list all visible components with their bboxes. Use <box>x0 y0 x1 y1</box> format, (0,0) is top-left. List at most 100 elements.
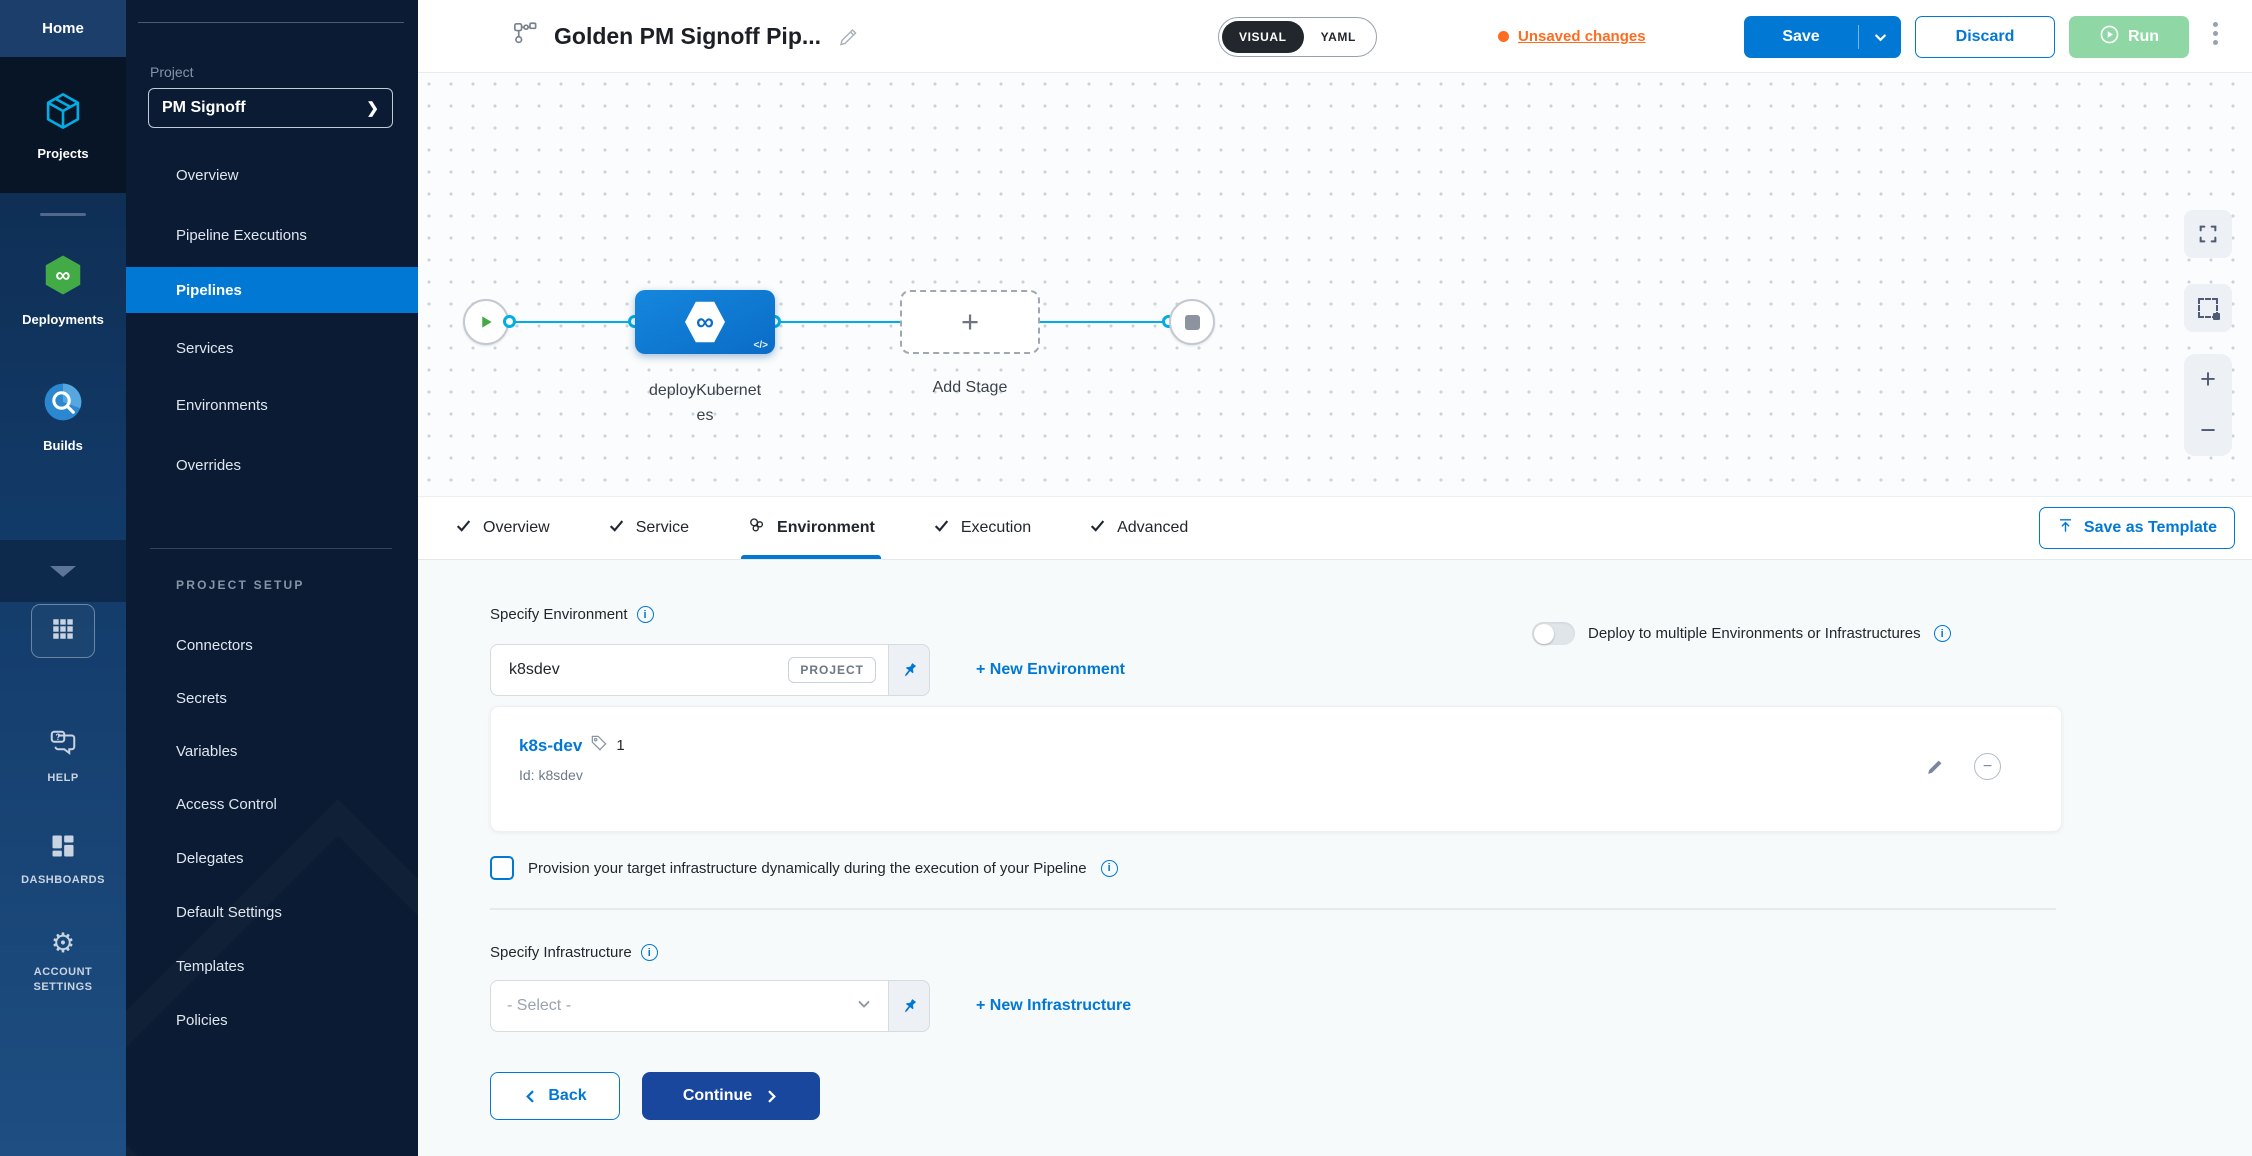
info-icon[interactable]: i <box>1101 860 1118 877</box>
new-environment-link[interactable]: + New Environment <box>976 661 1125 679</box>
nav-account-settings[interactable]: ⚙ ACCOUNT SETTINGS <box>0 930 126 995</box>
sidebar-item-templates[interactable]: Templates <box>126 943 418 989</box>
pushpin-icon <box>896 657 923 684</box>
run-button[interactable]: Run <box>2069 16 2189 58</box>
sidebar-item-environments[interactable]: Environments <box>126 382 418 428</box>
canvas-zoom-controls: + − <box>2184 354 2232 456</box>
toggle-knob <box>1534 624 1554 644</box>
pipeline-canvas[interactable]: ∞ </> + deployKubernetes Add Stage + <box>418 73 2252 497</box>
toggle-yaml[interactable]: YAML <box>1304 30 1373 44</box>
continue-button[interactable]: Continue <box>642 1072 820 1120</box>
back-button[interactable]: Back <box>490 1072 620 1120</box>
zoom-in-button[interactable]: + <box>2184 354 2232 405</box>
sidebar-item-overview[interactable]: Overview <box>126 152 418 198</box>
sidebar-item-secrets[interactable]: Secrets <box>126 675 418 721</box>
save-dropdown-caret[interactable] <box>1859 30 1901 45</box>
provision-checkbox[interactable] <box>490 856 514 880</box>
project-selector[interactable]: PM Signoff ❯ <box>148 88 393 128</box>
stage-tabbar: Overview Service Environment Execution <box>418 497 2252 560</box>
discard-button[interactable]: Discard <box>1915 16 2055 58</box>
infrastructure-pin-button[interactable] <box>888 980 930 1032</box>
module-projects[interactable]: Projects <box>0 57 126 193</box>
help-chat-icon: ? <box>48 728 78 763</box>
multi-environment-toggle-label: Deploy to multiple Environments or Infra… <box>1588 625 1921 642</box>
multi-environment-toggle[interactable] <box>1532 622 1575 645</box>
unsaved-changes-link[interactable]: Unsaved changes <box>1498 0 1646 73</box>
toggle-visual[interactable]: VISUAL <box>1222 21 1304 53</box>
nav-dashboards-label: DASHBOARDS <box>13 873 113 888</box>
sidebar-item-services[interactable]: Services <box>126 325 418 371</box>
sidebar-item-pipelines[interactable]: Pipelines <box>126 267 418 313</box>
edit-environment-pencil-icon[interactable] <box>1924 756 1946 778</box>
remove-environment-icon[interactable]: − <box>1974 753 2001 780</box>
check-icon <box>933 517 950 539</box>
environment-input[interactable] <box>507 660 707 680</box>
unsaved-dot-icon <box>1498 31 1509 42</box>
sidebar-item-label: Overrides <box>176 457 241 474</box>
sidebar-item-label: Pipeline Executions <box>176 227 307 244</box>
tab-execution[interactable]: Execution <box>933 497 1031 559</box>
multi-environment-toggle-row: Deploy to multiple Environments or Infra… <box>1532 622 1951 645</box>
tab-overview[interactable]: Overview <box>455 497 550 559</box>
canvas-select-button[interactable] <box>2184 284 2232 332</box>
stage-node-deploy-kubernetes[interactable]: ∞ </> <box>635 290 775 354</box>
tab-service[interactable]: Service <box>608 497 689 559</box>
edit-title-pencil-icon[interactable] <box>836 25 860 49</box>
info-icon[interactable]: i <box>641 944 658 961</box>
info-icon[interactable]: i <box>1934 625 1951 642</box>
marquee-select-icon <box>2198 298 2218 318</box>
check-icon <box>1089 517 1106 539</box>
nav-dashboards[interactable]: DASHBOARDS <box>0 832 126 888</box>
rail-divider <box>40 213 86 216</box>
add-stage-node[interactable]: + <box>900 290 1040 354</box>
environment-name-link[interactable]: k8s-dev <box>519 736 582 756</box>
module-builds[interactable]: Builds <box>0 380 126 453</box>
sidebar-item-connectors[interactable]: Connectors <box>126 622 418 668</box>
infrastructure-select[interactable]: - Select - <box>490 980 888 1032</box>
cd-stage-icon: ∞ <box>685 300 725 344</box>
save-as-template-button[interactable]: Save as Template <box>2039 507 2235 549</box>
nav-help[interactable]: ? HELP <box>0 728 126 786</box>
dashboards-icon <box>49 832 77 865</box>
visual-yaml-toggle[interactable]: VISUAL YAML <box>1218 17 1377 57</box>
sidebar-item-delegates[interactable]: Delegates <box>126 835 418 881</box>
info-icon[interactable]: i <box>637 606 654 623</box>
tab-advanced[interactable]: Advanced <box>1089 497 1188 559</box>
rail-collapse-toggle[interactable] <box>0 540 126 602</box>
environment-pin-button[interactable] <box>888 644 930 696</box>
sidebar-item-label: Templates <box>176 958 244 975</box>
sidebar-item-overrides[interactable]: Overrides <box>126 442 418 488</box>
environment-input-wrap: PROJECT <box>490 644 888 696</box>
new-infrastructure-link[interactable]: + New Infrastructure <box>976 997 1131 1015</box>
sidebar-item-variables[interactable]: Variables <box>126 728 418 774</box>
back-button-label: Back <box>548 1087 586 1105</box>
module-rail: Home Projects ∞ Deployments <box>0 0 126 1156</box>
module-deployments[interactable]: ∞ Deployments <box>0 252 126 327</box>
module-picker-button[interactable] <box>31 604 95 658</box>
pipeline-studio-app: Home Projects ∞ Deployments <box>0 0 2252 1156</box>
chevron-left-icon <box>523 1089 538 1104</box>
add-stage-label: Add Stage <box>900 379 1040 397</box>
sidebar-item-label: Environments <box>176 397 268 414</box>
grid-icon <box>50 616 76 647</box>
sidebar-item-default-settings[interactable]: Default Settings <box>126 889 418 935</box>
sidebar-item-policies[interactable]: Policies <box>126 997 418 1043</box>
tab-environment[interactable]: Environment <box>747 497 875 559</box>
nav-home[interactable]: Home <box>0 0 126 57</box>
tab-label: Advanced <box>1117 519 1188 537</box>
provision-checkbox-row: Provision your target infrastructure dyn… <box>490 856 1118 880</box>
scope-badge: PROJECT <box>788 657 876 683</box>
project-setup-header: PROJECT SETUP <box>176 578 305 592</box>
run-button-label: Run <box>2128 28 2159 46</box>
main-panel: Golden PM Signoff Pip... VISUAL YAML Uns… <box>418 0 2252 1156</box>
stage-code-badge: </> <box>754 340 768 351</box>
canvas-fullscreen-button[interactable] <box>2184 210 2232 258</box>
project-sidebar: Project PM Signoff ❯ Overview Pipeline E… <box>126 0 418 1156</box>
save-button[interactable]: Save <box>1744 16 1901 58</box>
sidebar-item-access-control[interactable]: Access Control <box>126 781 418 827</box>
chevron-right-icon <box>764 1089 779 1104</box>
builds-icon <box>41 380 85 429</box>
sidebar-item-pipeline-executions[interactable]: Pipeline Executions <box>126 212 418 258</box>
more-options-kebab-icon[interactable] <box>2205 22 2225 45</box>
zoom-out-button[interactable]: − <box>2184 405 2232 456</box>
